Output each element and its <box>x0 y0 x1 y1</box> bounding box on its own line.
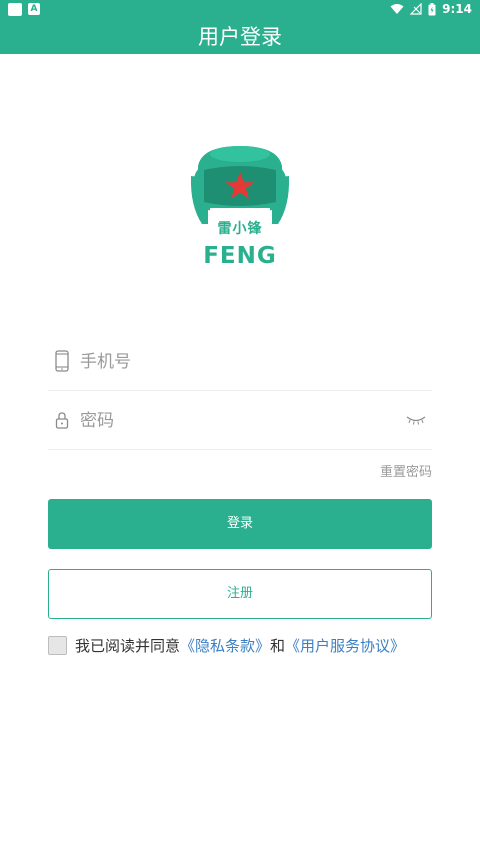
eye-closed-icon[interactable] <box>406 415 426 425</box>
phone-icon <box>55 350 69 372</box>
notification-a-icon: A <box>28 3 40 15</box>
password-input[interactable] <box>78 403 402 439</box>
agreement-checkbox[interactable] <box>48 635 67 655</box>
privacy-policy-link[interactable]: 《隐私条款》 <box>180 637 270 655</box>
logo-badge-text: 雷小锋 <box>217 221 263 237</box>
notification-square-icon <box>8 3 22 16</box>
phone-field <box>48 332 432 391</box>
app-logo: 雷小锋 FENG <box>188 144 292 270</box>
page-title: 用户登录 <box>198 25 282 49</box>
agreement-text: 我已阅读并同意《隐私条款》和《用户服务协议》 <box>75 635 405 656</box>
register-button[interactable]: 注册 <box>48 569 432 619</box>
reset-password-link[interactable]: 重置密码 <box>380 461 432 480</box>
user-agreement-link[interactable]: 《用户服务协议》 <box>285 637 405 655</box>
lock-icon <box>55 412 69 429</box>
agreement-prefix: 我已阅读并同意 <box>75 636 181 655</box>
login-button[interactable]: 登录 <box>48 499 432 549</box>
agreement-conjunction: 和 <box>270 636 286 655</box>
logo-brand-text: FENG <box>203 243 277 269</box>
wifi-icon <box>390 4 404 14</box>
phone-input[interactable] <box>78 344 402 380</box>
battery-icon <box>428 2 436 15</box>
app-bar: 用户登录 <box>0 20 480 54</box>
password-field <box>48 391 432 450</box>
agreement-row: 我已阅读并同意《隐私条款》和《用户服务协议》 <box>48 634 405 656</box>
status-time: 9:14 <box>442 2 472 16</box>
signal-off-icon <box>410 3 422 15</box>
status-bar: A 9:14 <box>0 0 480 20</box>
